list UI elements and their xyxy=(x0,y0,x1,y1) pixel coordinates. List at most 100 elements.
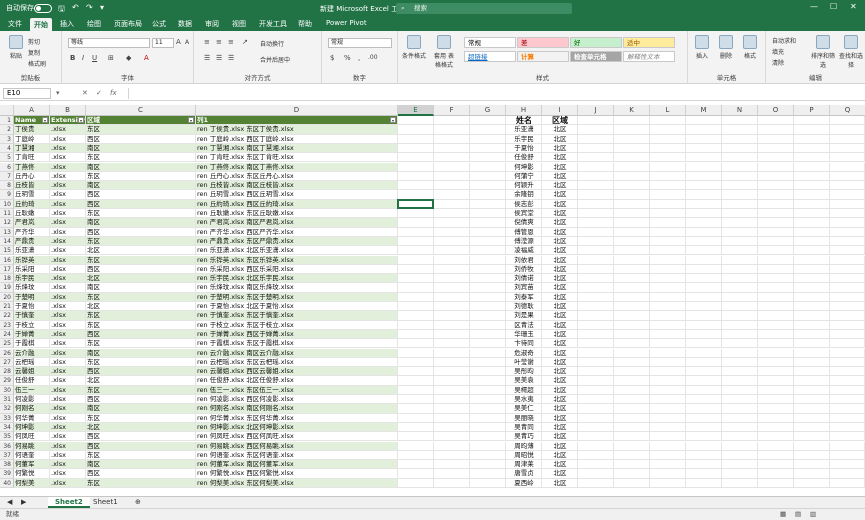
table-cell[interactable]: ren 伍三一.xlsx 东区伍三一.xlsx xyxy=(196,385,398,395)
empty-cell[interactable] xyxy=(758,283,794,293)
list-cell[interactable]: 傅管恩 xyxy=(506,227,542,237)
table-cell[interactable]: 东区 xyxy=(86,339,196,349)
empty-cell[interactable] xyxy=(722,367,758,377)
empty-cell[interactable] xyxy=(830,181,865,191)
empty-cell[interactable] xyxy=(470,181,506,191)
empty-cell[interactable] xyxy=(614,143,650,154)
empty-cell[interactable] xyxy=(650,404,686,414)
table-cell[interactable]: .xlsx xyxy=(50,311,86,321)
select-all-corner[interactable] xyxy=(0,105,14,116)
empty-cell[interactable] xyxy=(758,432,794,442)
empty-cell[interactable] xyxy=(614,357,650,368)
cancel-icon[interactable]: ✕ xyxy=(82,89,88,97)
empty-cell[interactable] xyxy=(470,255,506,265)
empty-cell[interactable] xyxy=(758,348,794,358)
table-cell[interactable]: 北区 xyxy=(86,274,196,284)
empty-cell[interactable] xyxy=(830,311,865,321)
empty-cell[interactable] xyxy=(434,339,470,349)
column-header[interactable]: C xyxy=(86,105,196,116)
table-cell[interactable]: 丁侯贵 xyxy=(14,125,50,135)
list-cell[interactable]: 北区 xyxy=(542,385,578,395)
empty-cell[interactable] xyxy=(830,190,865,200)
empty-cell[interactable] xyxy=(578,460,614,470)
table-cell[interactable]: ren 云介融.xlsx 南区云介融.xlsx xyxy=(196,348,398,358)
underline-icon[interactable]: U xyxy=(92,54,97,62)
empty-cell[interactable] xyxy=(614,292,650,302)
empty-cell[interactable] xyxy=(434,311,470,321)
clear-button[interactable]: 清除 xyxy=(772,58,784,67)
empty-cell[interactable] xyxy=(470,292,506,302)
empty-cell[interactable] xyxy=(686,255,722,265)
table-header-cell[interactable]: Extension ▾ xyxy=(50,116,86,126)
table-cell[interactable]: 东区 xyxy=(86,171,196,182)
empty-cell[interactable] xyxy=(830,274,865,284)
tab-file[interactable]: 文件 xyxy=(8,19,22,29)
column-header[interactable]: L xyxy=(650,105,686,116)
table-cell[interactable]: 东区 xyxy=(86,450,196,461)
table-header-cell[interactable]: Name ▾ xyxy=(14,116,50,126)
list-cell[interactable]: 华珊玉 xyxy=(506,329,542,340)
empty-cell[interactable] xyxy=(614,171,650,182)
empty-cell[interactable] xyxy=(650,395,686,405)
table-cell[interactable]: .xlsx xyxy=(50,329,86,340)
empty-cell[interactable] xyxy=(794,348,830,358)
table-cell[interactable]: 西区 xyxy=(86,329,196,340)
table-cell[interactable]: 南区 xyxy=(86,404,196,414)
empty-cell[interactable] xyxy=(758,199,794,209)
empty-cell[interactable] xyxy=(722,190,758,200)
empty-cell[interactable] xyxy=(758,292,794,302)
list-cell[interactable]: 北区 xyxy=(542,199,578,209)
empty-cell[interactable] xyxy=(794,246,830,256)
list-cell[interactable]: 何坤影 xyxy=(506,162,542,172)
empty-cell[interactable] xyxy=(686,190,722,200)
empty-cell[interactable] xyxy=(434,469,470,479)
style-explanatory[interactable]: 解释性文本 xyxy=(623,51,675,62)
empty-cell[interactable] xyxy=(614,255,650,265)
empty-cell[interactable] xyxy=(722,357,758,368)
empty-cell[interactable] xyxy=(614,404,650,414)
empty-cell[interactable] xyxy=(758,181,794,191)
row-header[interactable]: 20 xyxy=(0,292,14,302)
row-header[interactable]: 4 xyxy=(0,143,14,154)
empty-cell[interactable] xyxy=(434,395,470,405)
row-header[interactable]: 35 xyxy=(0,432,14,442)
empty-cell[interactable] xyxy=(650,162,686,172)
filter-dropdown-icon[interactable]: ▾ xyxy=(42,117,48,123)
empty-cell[interactable] xyxy=(434,283,470,293)
copy-button[interactable]: 复制 xyxy=(28,48,40,57)
table-cell[interactable]: ren 丘丹心.xlsx 东区丘丹心.xlsx xyxy=(196,171,398,182)
grow-font-icon[interactable]: A xyxy=(176,38,181,46)
empty-cell[interactable] xyxy=(470,329,506,340)
empty-cell[interactable] xyxy=(434,264,470,275)
empty-cell[interactable] xyxy=(830,218,865,228)
empty-cell[interactable] xyxy=(686,302,722,312)
table-cell[interactable]: ren 于慎奎.xlsx 东区于慎奎.xlsx xyxy=(196,311,398,321)
empty-cell[interactable] xyxy=(686,357,722,368)
row-header[interactable]: 11 xyxy=(0,209,14,219)
empty-cell[interactable] xyxy=(722,283,758,293)
table-cell[interactable]: ren 丁肯旺.xlsx 东区丁肯旺.xlsx xyxy=(196,153,398,163)
empty-cell[interactable] xyxy=(434,348,470,358)
empty-cell[interactable] xyxy=(830,395,865,405)
empty-cell[interactable] xyxy=(434,246,470,256)
table-cell[interactable]: 北区 xyxy=(86,376,196,386)
empty-cell[interactable] xyxy=(398,125,434,135)
empty-cell[interactable] xyxy=(614,395,650,405)
table-cell[interactable]: 丁肯旺 xyxy=(14,153,50,163)
table-cell[interactable]: .xlsx xyxy=(50,320,86,330)
empty-cell[interactable] xyxy=(758,227,794,237)
empty-cell[interactable] xyxy=(434,441,470,451)
row-header[interactable]: 33 xyxy=(0,413,14,423)
list-cell[interactable]: 于夏怡 xyxy=(506,143,542,154)
empty-cell[interactable] xyxy=(434,274,470,284)
empty-cell[interactable] xyxy=(650,292,686,302)
empty-cell[interactable] xyxy=(398,469,434,479)
empty-cell[interactable] xyxy=(470,441,506,451)
empty-cell[interactable] xyxy=(650,236,686,247)
empty-cell[interactable] xyxy=(434,460,470,470)
empty-cell[interactable] xyxy=(830,422,865,433)
empty-cell[interactable] xyxy=(830,329,865,340)
empty-cell[interactable] xyxy=(614,274,650,284)
column-header[interactable]: Q xyxy=(830,105,865,116)
empty-cell[interactable] xyxy=(722,478,758,488)
